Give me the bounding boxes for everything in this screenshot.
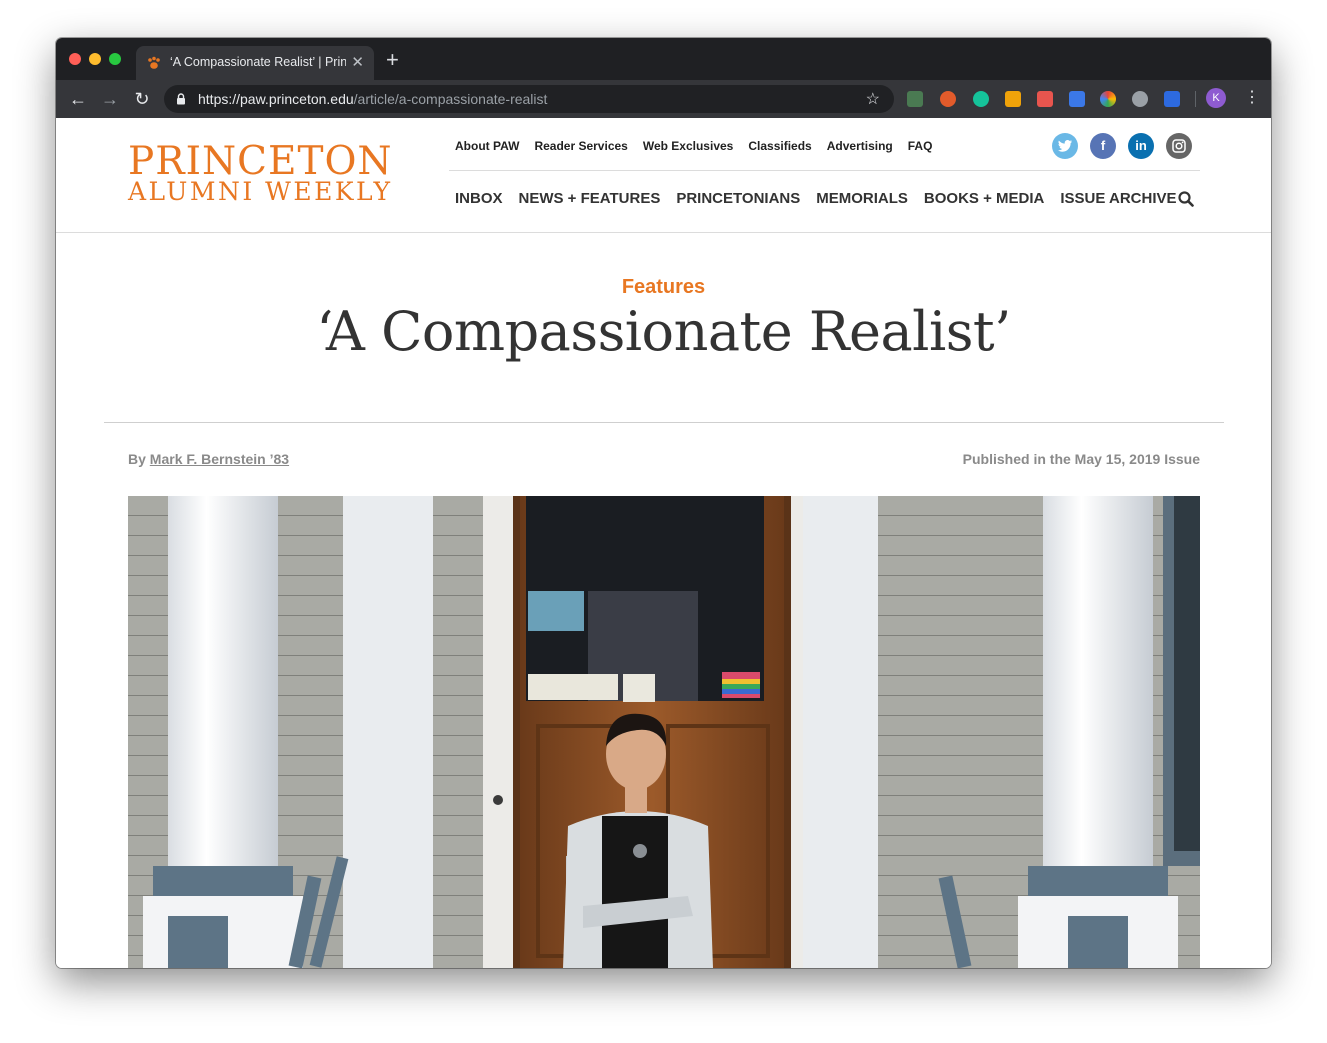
minimize-window-button[interactable]	[89, 53, 101, 65]
extension-screencast-icon[interactable]	[1037, 91, 1053, 107]
linkedin-icon[interactable]: in	[1128, 133, 1154, 159]
zoom-window-button[interactable]	[109, 53, 121, 65]
site-logo[interactable]: PRINCETON ALUMNI WEEKLY	[128, 142, 393, 204]
lock-icon	[177, 93, 185, 105]
article-byline: By Mark F. Bernstein ’83	[128, 451, 289, 467]
toolbar-separator	[1195, 91, 1196, 107]
nav-reader-services[interactable]: Reader Services	[534, 139, 627, 153]
nav-issue-archive[interactable]: ISSUE ARCHIVE	[1060, 190, 1176, 207]
byline-prefix: By	[128, 451, 146, 467]
back-arrow-icon[interactable]: ←	[68, 89, 88, 109]
column-left	[168, 496, 278, 886]
twitter-icon[interactable]	[1052, 133, 1078, 159]
article-headline: ‘A Compassionate Realist’	[316, 300, 1011, 363]
tab-close-icon[interactable]: ✕	[351, 53, 364, 71]
nav-books-media[interactable]: BOOKS + MEDIA	[924, 190, 1044, 207]
address-bar[interactable]: https://paw.princeton.edu/article/a-comp…	[164, 85, 894, 113]
article-divider	[104, 422, 1224, 423]
extension-color-icon[interactable]	[940, 91, 956, 107]
extension-meet-icon[interactable]	[1069, 91, 1085, 107]
instagram-icon[interactable]	[1166, 133, 1192, 159]
utility-nav: About PAW Reader Services Web Exclusives…	[455, 139, 932, 153]
search-icon[interactable]	[1178, 191, 1194, 207]
logo-line1: PRINCETON	[128, 139, 393, 184]
new-tab-button[interactable]: +	[386, 49, 399, 71]
title-bar: ‘A Compassionate Realist’ | Princeton Al…	[56, 38, 1271, 80]
extension-s-icon[interactable]	[1164, 91, 1180, 107]
browser-menu-icon[interactable]: ⋮	[1244, 87, 1260, 109]
extension-colorpicker-icon[interactable]	[1100, 91, 1116, 107]
nav-princetonians[interactable]: PRINCETONIANS	[676, 190, 800, 207]
nav-classifieds[interactable]: Classifieds	[748, 139, 811, 153]
author-link[interactable]: Mark F. Bernstein ’83	[150, 451, 289, 467]
nav-advertising[interactable]: Advertising	[827, 139, 893, 153]
column-right	[1043, 496, 1153, 886]
url-path: /article/a-compassionate-realist	[353, 91, 548, 107]
hero-photo	[128, 496, 1200, 968]
logo-line2: ALUMNI WEEKLY	[128, 177, 393, 206]
extension-grammarly-icon[interactable]	[973, 91, 989, 107]
reload-icon[interactable]: ↻	[132, 89, 152, 109]
site-header: PRINCETON ALUMNI WEEKLY About PAW Reader…	[56, 118, 1271, 233]
publication-info: Published in the May 15, 2019 Issue	[962, 451, 1200, 467]
facebook-icon[interactable]: f	[1090, 133, 1116, 159]
web-page: PRINCETON ALUMNI WEEKLY About PAW Reader…	[56, 118, 1271, 968]
nav-about-paw[interactable]: About PAW	[455, 139, 519, 153]
nav-memorials[interactable]: MEMORIALS	[816, 190, 908, 207]
extension-chat-icon[interactable]	[1132, 91, 1148, 107]
tab-title: ‘A Compassionate Realist’ | Princeton Al…	[170, 55, 346, 69]
article-category[interactable]: Features	[56, 276, 1271, 299]
extension-amazon-icon[interactable]	[1005, 91, 1021, 107]
paw-print-icon	[148, 56, 160, 69]
main-nav: INBOX NEWS + FEATURES PRINCETONIANS MEMO…	[455, 190, 1177, 207]
door-sign-peace	[623, 674, 655, 702]
close-window-button[interactable]	[69, 53, 81, 65]
browser-window: ‘A Compassionate Realist’ | Princeton Al…	[56, 38, 1271, 968]
extension-hubspot-icon[interactable]	[907, 91, 923, 107]
header-divider	[449, 170, 1200, 171]
nav-news-features[interactable]: NEWS + FEATURES	[519, 190, 661, 207]
bookmark-star-icon[interactable]: ☆	[866, 89, 880, 109]
profile-avatar[interactable]: K	[1206, 88, 1226, 108]
door-notice	[528, 674, 618, 700]
nav-inbox[interactable]: INBOX	[455, 190, 503, 207]
nav-faq[interactable]: FAQ	[908, 139, 933, 153]
forward-arrow-icon[interactable]: →	[100, 89, 120, 109]
door-knob	[493, 795, 503, 805]
browser-tab[interactable]: ‘A Compassionate Realist’ | Princeton Al…	[136, 46, 374, 80]
browser-toolbar: ← → ↻ https://paw.princeton.edu/article/…	[56, 80, 1271, 118]
trim-left	[343, 496, 433, 968]
url-text: https://paw.princeton.edu/article/a-comp…	[198, 91, 547, 107]
nav-web-exclusives[interactable]: Web Exclusives	[643, 139, 734, 153]
url-host: https://paw.princeton.edu	[198, 91, 354, 107]
